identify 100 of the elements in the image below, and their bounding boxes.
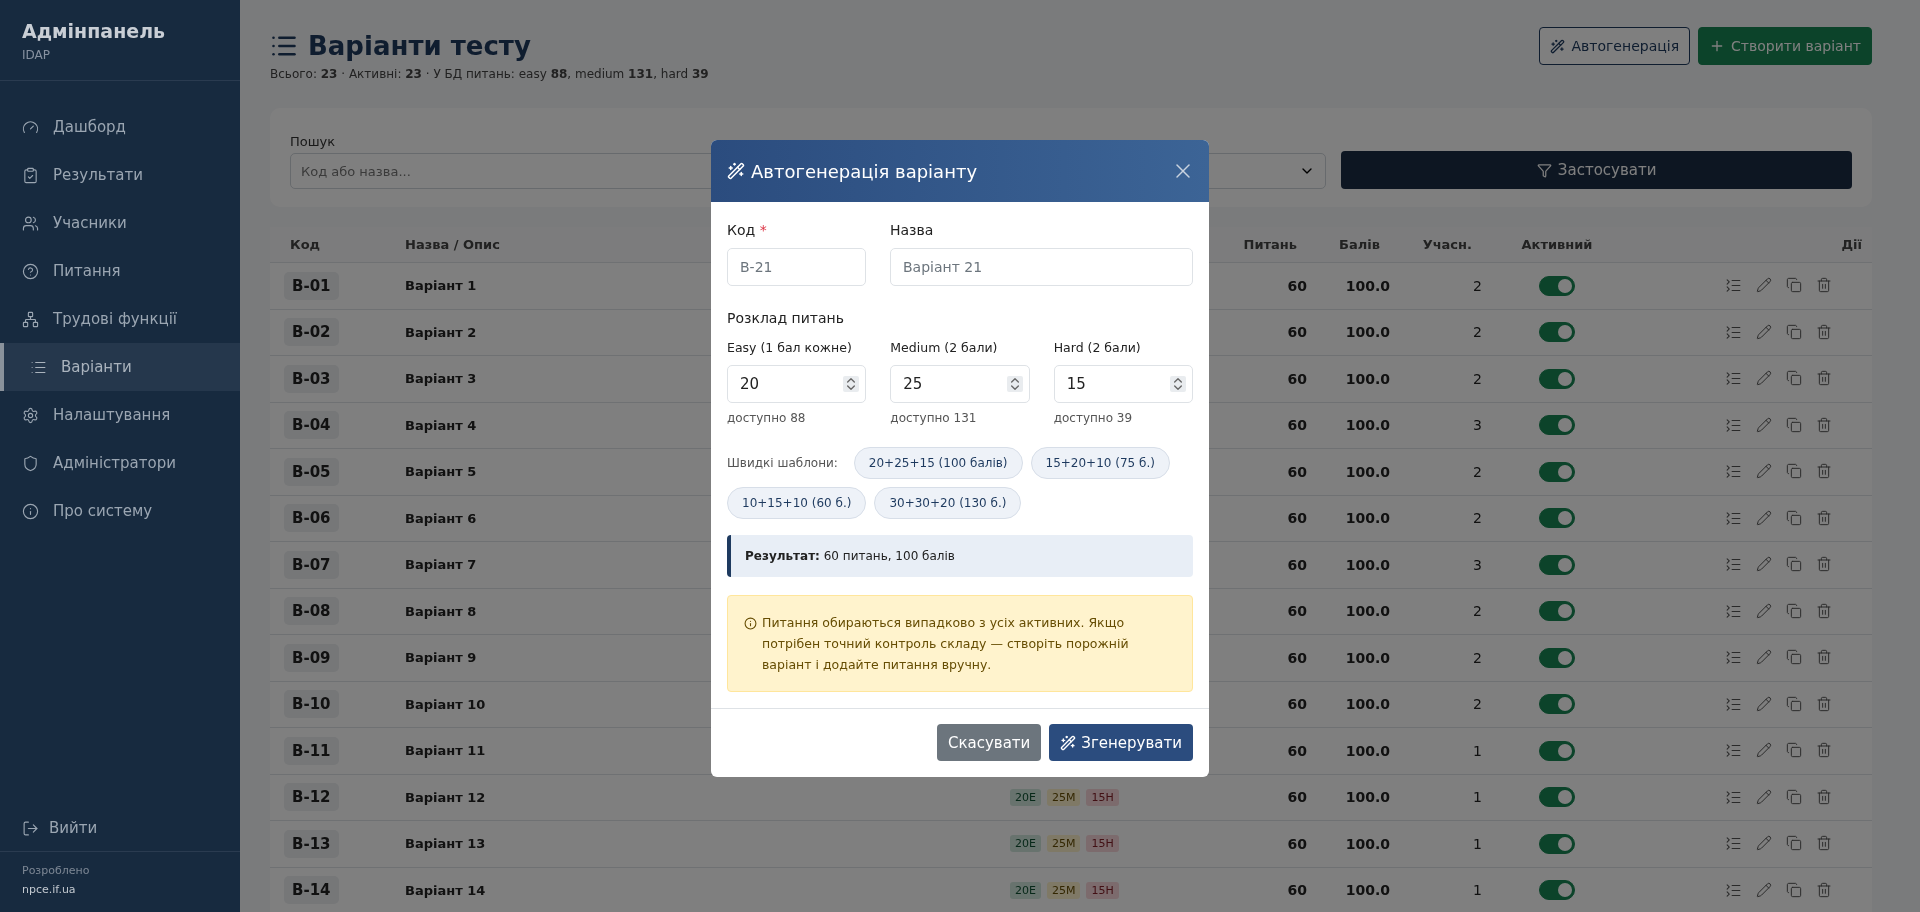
delete-icon[interactable] <box>1816 602 1832 620</box>
cancel-button[interactable]: Скасувати <box>936 724 1042 761</box>
copy-icon[interactable] <box>1786 881 1802 899</box>
active-toggle[interactable] <box>1539 880 1575 901</box>
code-field[interactable]: B-21 <box>727 248 866 286</box>
active-toggle[interactable] <box>1539 461 1575 482</box>
details-icon[interactable] <box>1725 323 1742 341</box>
name-field[interactable]: Варіант 21 <box>890 248 1193 286</box>
number-field[interactable]: 25 <box>890 365 1030 403</box>
delete-icon[interactable] <box>1816 323 1832 341</box>
edit-icon[interactable] <box>1756 277 1772 295</box>
copy-icon[interactable] <box>1786 277 1802 295</box>
active-toggle[interactable] <box>1539 322 1575 343</box>
active-toggle[interactable] <box>1539 833 1575 854</box>
details-icon[interactable] <box>1725 695 1742 713</box>
delete-icon[interactable] <box>1816 695 1832 713</box>
active-toggle[interactable] <box>1539 554 1575 575</box>
copy-icon[interactable] <box>1786 370 1802 388</box>
edit-icon[interactable] <box>1756 370 1772 388</box>
edit-icon[interactable] <box>1756 788 1772 806</box>
active-toggle[interactable] <box>1539 694 1575 715</box>
search-label: Пошук <box>290 134 337 149</box>
details-icon[interactable] <box>1725 649 1742 667</box>
section-label: Розклад питань <box>727 310 845 326</box>
credit-link[interactable]: npce.if.ua <box>22 883 218 896</box>
nav-item[interactable]: Трудові функції <box>0 295 240 343</box>
nav-item[interactable]: Адміністратори <box>0 439 240 487</box>
apply-button[interactable]: Застосувати <box>1341 151 1852 189</box>
active-toggle[interactable] <box>1539 647 1575 668</box>
nav-item[interactable]: Результати <box>0 151 240 199</box>
copy-icon[interactable] <box>1786 788 1802 806</box>
template-chip[interactable]: 10+15+10 (60 б.) <box>727 487 867 519</box>
copy-icon[interactable] <box>1786 416 1802 434</box>
spinner-icon[interactable] <box>1006 376 1023 392</box>
template-chip[interactable]: 20+25+15 (100 балів) <box>853 447 1023 479</box>
spinner-icon[interactable] <box>1170 376 1186 392</box>
edit-icon[interactable] <box>1756 556 1772 574</box>
delete-icon[interactable] <box>1816 835 1832 853</box>
generate-button[interactable]: Згенерувати <box>1049 724 1193 761</box>
details-icon[interactable] <box>1725 788 1742 806</box>
nav-item[interactable]: Питання <box>0 247 240 295</box>
number-field[interactable]: 20 <box>727 365 867 403</box>
delete-icon[interactable] <box>1816 370 1832 388</box>
details-icon[interactable] <box>1725 509 1742 527</box>
copy-icon[interactable] <box>1786 602 1802 620</box>
nav-item[interactable]: Налаштування <box>0 391 240 439</box>
details-icon[interactable] <box>1725 416 1742 434</box>
number-field[interactable]: 15 <box>1053 365 1193 403</box>
active-toggle[interactable] <box>1539 275 1575 296</box>
delete-icon[interactable] <box>1816 649 1832 667</box>
details-icon[interactable] <box>1725 835 1742 853</box>
active-toggle[interactable] <box>1539 601 1575 622</box>
copy-icon[interactable] <box>1786 323 1802 341</box>
edit-icon[interactable] <box>1756 881 1772 899</box>
edit-icon[interactable] <box>1756 509 1772 527</box>
template-chip[interactable]: 15+20+10 (75 б.) <box>1030 447 1170 479</box>
copy-icon[interactable] <box>1786 463 1802 481</box>
edit-icon[interactable] <box>1756 323 1772 341</box>
logout-link[interactable]: Вийти <box>0 819 240 851</box>
copy-icon[interactable] <box>1786 509 1802 527</box>
details-icon[interactable] <box>1725 277 1742 295</box>
active-toggle[interactable] <box>1539 787 1575 808</box>
active-toggle[interactable] <box>1539 368 1575 389</box>
template-chip[interactable]: 30+30+20 (130 б.) <box>874 487 1022 519</box>
edit-icon[interactable] <box>1756 742 1772 760</box>
edit-icon[interactable] <box>1756 602 1772 620</box>
delete-icon[interactable] <box>1816 742 1832 760</box>
details-icon[interactable] <box>1725 463 1742 481</box>
delete-icon[interactable] <box>1816 788 1832 806</box>
copy-icon[interactable] <box>1786 556 1802 574</box>
edit-icon[interactable] <box>1756 463 1772 481</box>
details-icon[interactable] <box>1725 602 1742 620</box>
copy-icon[interactable] <box>1786 649 1802 667</box>
edit-icon[interactable] <box>1756 835 1772 853</box>
delete-icon[interactable] <box>1816 556 1832 574</box>
active-toggle[interactable] <box>1539 740 1575 761</box>
nav-item[interactable]: Варіанти <box>0 343 240 391</box>
details-icon[interactable] <box>1725 742 1742 760</box>
nav-item[interactable]: Дашборд <box>0 103 240 151</box>
delete-icon[interactable] <box>1816 277 1832 295</box>
active-toggle[interactable] <box>1539 415 1575 436</box>
edit-icon[interactable] <box>1756 416 1772 434</box>
delete-icon[interactable] <box>1816 416 1832 434</box>
details-icon[interactable] <box>1725 556 1742 574</box>
edit-icon[interactable] <box>1756 649 1772 667</box>
copy-icon[interactable] <box>1786 742 1802 760</box>
delete-icon[interactable] <box>1816 881 1832 899</box>
details-icon[interactable] <box>1725 881 1742 899</box>
table-cell-text: 100.0 <box>1344 417 1390 434</box>
delete-icon[interactable] <box>1816 509 1832 527</box>
spinner-icon[interactable] <box>843 376 860 392</box>
copy-icon[interactable] <box>1786 835 1802 853</box>
active-toggle[interactable] <box>1539 508 1575 529</box>
nav-item[interactable]: Про систему <box>0 487 240 535</box>
copy-icon[interactable] <box>1786 695 1802 713</box>
details-icon[interactable] <box>1725 370 1742 388</box>
delete-icon[interactable] <box>1816 463 1832 481</box>
edit-icon[interactable] <box>1756 695 1772 713</box>
nav-item[interactable]: Учасники <box>0 199 240 247</box>
autogen-button[interactable]: Автогенерація <box>1539 27 1691 65</box>
